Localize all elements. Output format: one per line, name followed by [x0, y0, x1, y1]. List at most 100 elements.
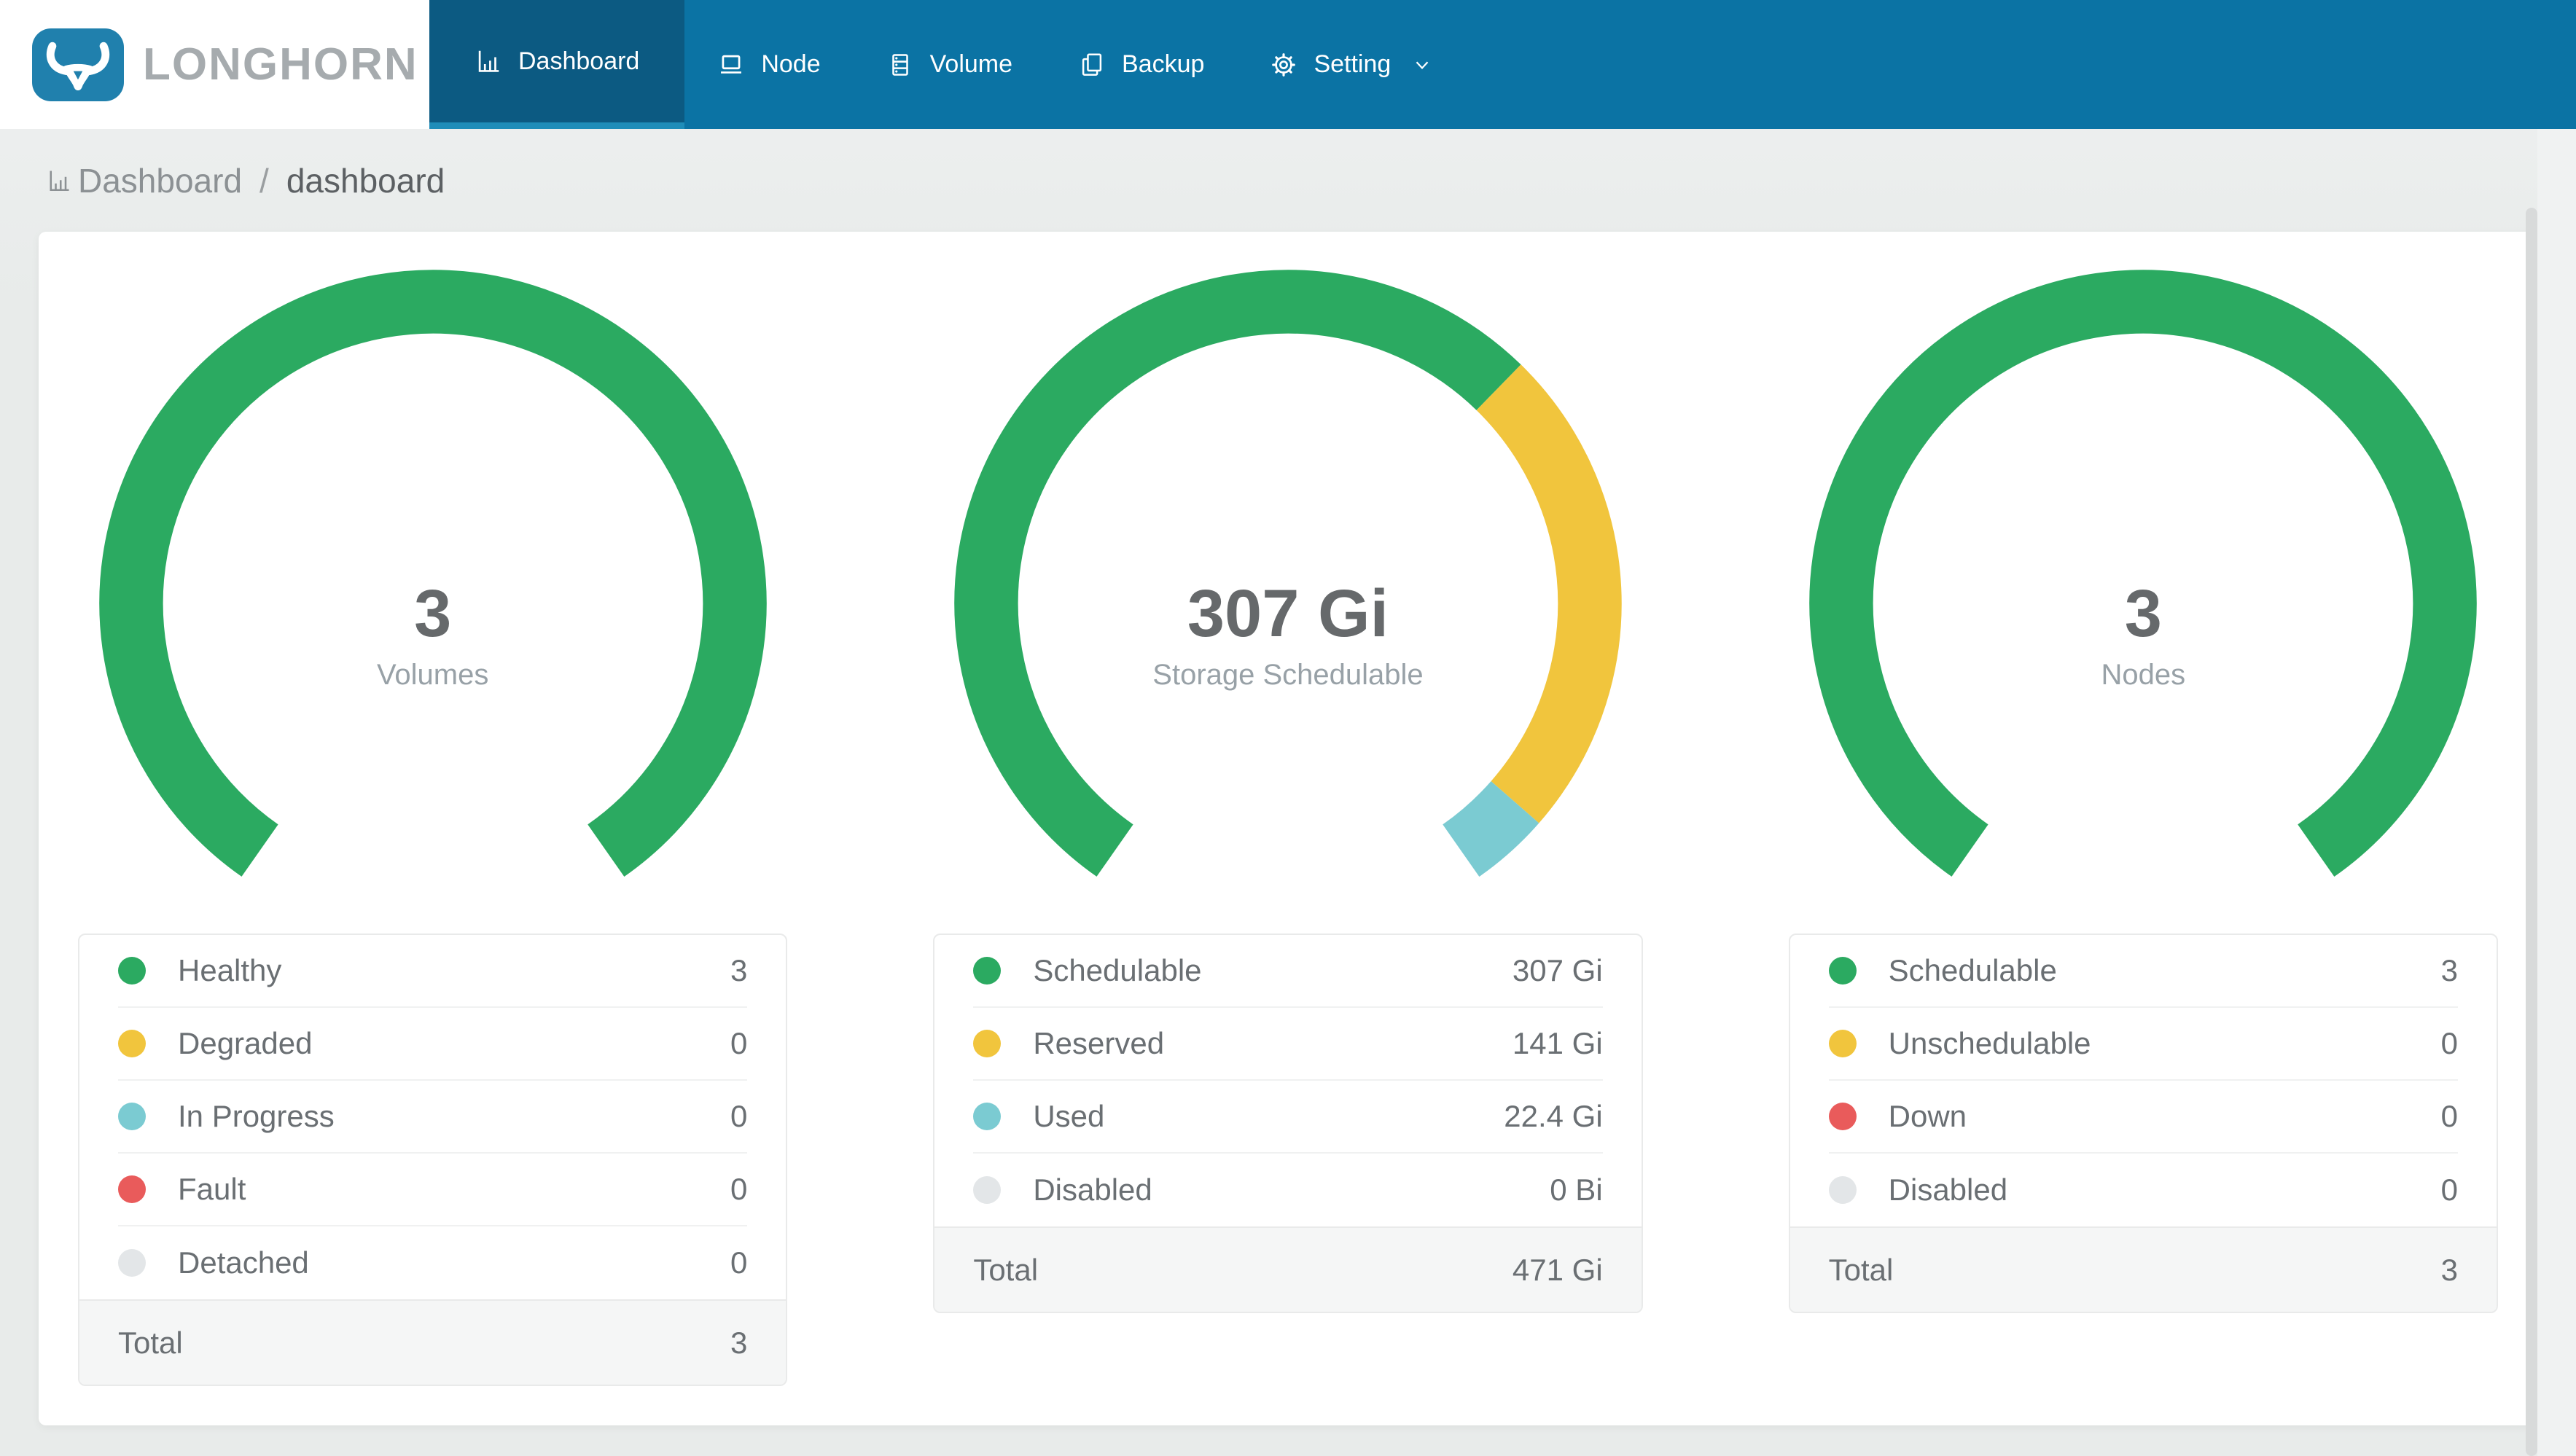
- nodes-total-row: Total 3: [1789, 1226, 2497, 1312]
- storage-gauge: 307 Gi Storage Schedulable: [953, 268, 1623, 937]
- legend-value: 0: [2440, 1026, 2458, 1060]
- legend-value: 307 Gi: [1512, 953, 1603, 987]
- nav-item-backup[interactable]: Backup: [1045, 0, 1237, 129]
- storage-column: 307 Gi Storage Schedulable Schedulable 3…: [933, 268, 1643, 1386]
- legend-label: Disabled: [1033, 1173, 1152, 1207]
- healthy-dot: [118, 957, 146, 985]
- legend-row-schedulable: Schedulable 307 Gi: [973, 935, 1603, 1008]
- volumes-legend-table: Healthy 3 Degraded 0 In Progress 0 Fault…: [78, 934, 788, 1386]
- top-navbar: LONGHORN Dashboard Node Volume Backup Se…: [0, 0, 2576, 129]
- nav-label: Dashboard: [518, 47, 640, 75]
- down-dot: [1828, 1103, 1857, 1130]
- nodes-gauge-label: Nodes: [2101, 659, 2186, 691]
- legend-label: Unschedulable: [1888, 1026, 2091, 1060]
- unschedulable-dot: [1828, 1030, 1857, 1057]
- detached-dot: [118, 1249, 146, 1277]
- volumes-column: 3 Volumes Healthy 3 Degraded 0 In Progre…: [78, 268, 788, 1386]
- schedulable-dot: [973, 957, 1002, 985]
- degraded-dot: [118, 1030, 146, 1057]
- gear-icon: [1272, 52, 1296, 77]
- disabled-dot: [1828, 1176, 1857, 1204]
- disabled-dot: [973, 1176, 1002, 1204]
- legend-value: 0: [2440, 1173, 2458, 1207]
- volumes-gauge-label: Volumes: [376, 659, 489, 691]
- breadcrumb-section: Dashboard: [78, 161, 243, 200]
- nav-item-volume[interactable]: Volume: [854, 0, 1045, 129]
- nav-label: Node: [761, 50, 821, 78]
- main-nav: Dashboard Node Volume Backup Setting: [429, 0, 1466, 129]
- legend-value: 0: [2440, 1099, 2458, 1133]
- legend-value: 0: [730, 1172, 748, 1206]
- legend-row-in-progress: In Progress 0: [118, 1081, 748, 1154]
- chevron-down-icon: [1416, 60, 1429, 69]
- legend-value: 0: [730, 1245, 748, 1280]
- dashboard-card: 3 Volumes Healthy 3 Degraded 0 In Progre…: [39, 232, 2537, 1425]
- nav-item-setting[interactable]: Setting: [1237, 0, 1466, 129]
- legend-label: Healthy: [178, 953, 282, 987]
- legend-value: 0 Bi: [1550, 1173, 1603, 1207]
- legend-row-fault: Fault 0: [118, 1154, 748, 1226]
- volumes-gauge: 3 Volumes: [98, 268, 768, 937]
- nav-label: Setting: [1314, 50, 1392, 78]
- main-content: 3 Volumes Healthy 3 Degraded 0 In Progre…: [39, 232, 2537, 1425]
- legend-label: Disabled: [1888, 1173, 2008, 1207]
- total-label: Total: [118, 1325, 183, 1360]
- scrollbar-track: [2537, 129, 2576, 1456]
- total-label: Total: [973, 1252, 1039, 1287]
- nav-item-node[interactable]: Node: [684, 0, 853, 129]
- legend-value: 0: [730, 1099, 748, 1133]
- used-dot: [973, 1103, 1002, 1130]
- breadcrumb-separator: /: [259, 161, 269, 200]
- storage-legend-table: Schedulable 307 Gi Reserved 141 Gi Used …: [933, 934, 1643, 1313]
- legend-value: 141 Gi: [1512, 1026, 1603, 1060]
- legend-value: 3: [730, 953, 748, 987]
- legend-value: 0: [730, 1026, 748, 1060]
- legend-row-disabled: Disabled 0: [1828, 1154, 2458, 1226]
- legend-label: Schedulable: [1033, 953, 1202, 987]
- total-value: 3: [730, 1325, 748, 1360]
- bar-chart-icon: [478, 50, 499, 72]
- legend-label: Fault: [178, 1172, 246, 1206]
- nodes-column: 3 Nodes Schedulable 3 Unschedulable 0 Do…: [1788, 268, 2498, 1386]
- nav-item-dashboard[interactable]: Dashboard: [429, 0, 685, 129]
- fault-dot: [118, 1175, 146, 1203]
- total-value: 471 Gi: [1512, 1252, 1603, 1287]
- breadcrumb: Dashboard / dashboard: [0, 129, 2576, 232]
- nodes-gauge: 3 Nodes: [1808, 268, 2478, 937]
- nodes-count: 3: [2124, 576, 2162, 651]
- nav-label: Volume: [929, 50, 1013, 78]
- in-progress-dot: [118, 1103, 146, 1130]
- schedulable-dot: [1828, 957, 1857, 985]
- storage-schedulable-value: 307 Gi: [1187, 576, 1389, 651]
- legend-row-down: Down 0: [1828, 1081, 2458, 1154]
- legend-row-schedulable: Schedulable 3: [1828, 935, 2458, 1008]
- bar-chart-icon: [50, 171, 69, 191]
- legend-value: 22.4 Gi: [1504, 1099, 1603, 1133]
- total-label: Total: [1828, 1252, 1894, 1287]
- legend-label: Used: [1033, 1099, 1105, 1133]
- brand-name: LONGHORN: [143, 39, 418, 90]
- breadcrumb-dashboard-link[interactable]: Dashboard: [46, 161, 242, 200]
- legend-row-healthy: Healthy 3: [118, 935, 748, 1008]
- storage-total-row: Total 471 Gi: [934, 1226, 1642, 1312]
- copy-icon: [1082, 52, 1102, 76]
- volumes-count: 3: [414, 576, 452, 651]
- legend-row-used: Used 22.4 Gi: [973, 1081, 1603, 1154]
- legend-label: Down: [1888, 1099, 1967, 1133]
- legend-row-unschedulable: Unschedulable 0: [1828, 1008, 2458, 1081]
- legend-value: 3: [2440, 953, 2458, 987]
- longhorn-logo[interactable]: LONGHORN: [0, 0, 429, 129]
- legend-row-detached: Detached 0: [118, 1226, 747, 1299]
- legend-label: Reserved: [1033, 1026, 1165, 1060]
- legend-label: Detached: [178, 1245, 309, 1280]
- legend-row-degraded: Degraded 0: [118, 1008, 748, 1081]
- breadcrumb-current-page: dashboard: [286, 161, 445, 200]
- legend-row-disabled: Disabled 0 Bi: [973, 1154, 1603, 1226]
- laptop-icon: [721, 55, 742, 74]
- scrollbar-thumb[interactable]: [2526, 208, 2537, 1456]
- reserved-dot: [973, 1030, 1002, 1057]
- nav-label: Backup: [1122, 50, 1205, 78]
- nodes-legend-table: Schedulable 3 Unschedulable 0 Down 0 Dis…: [1788, 934, 2498, 1313]
- legend-label: Degraded: [178, 1026, 313, 1060]
- legend-row-reserved: Reserved 141 Gi: [973, 1008, 1603, 1081]
